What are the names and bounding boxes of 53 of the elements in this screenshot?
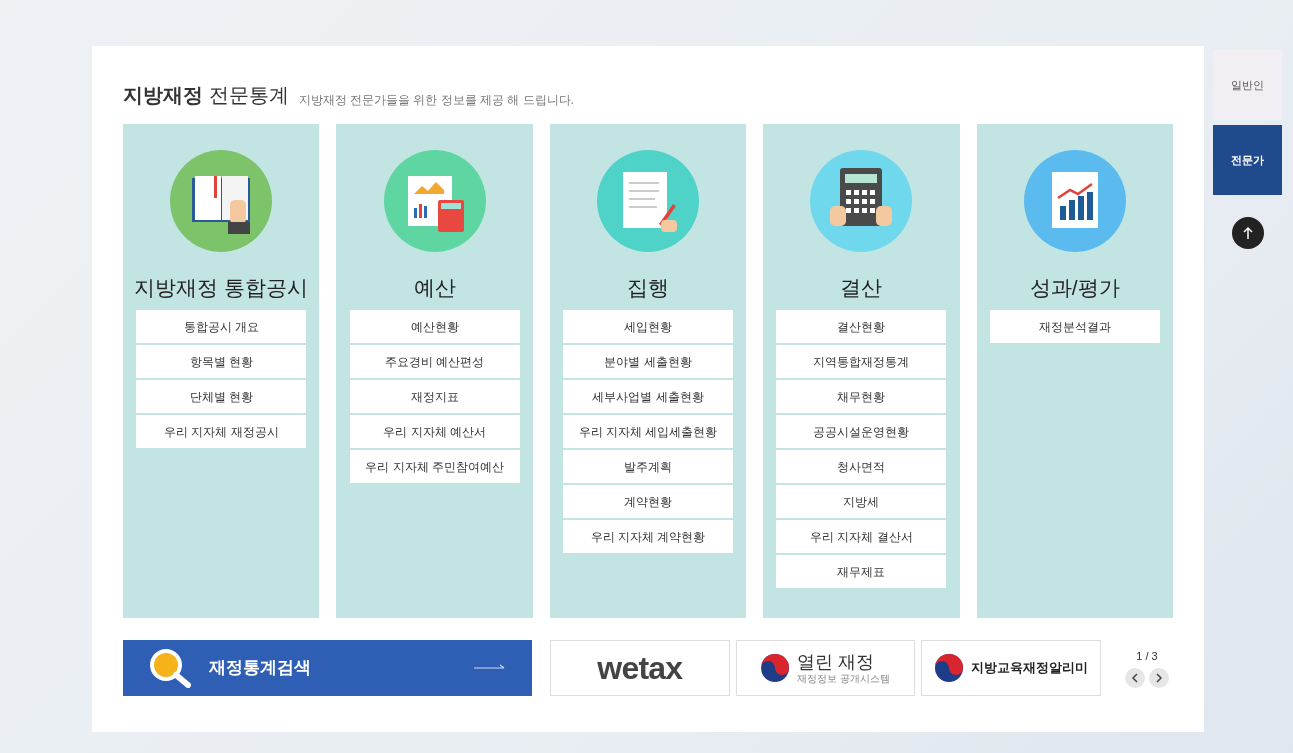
category-link[interactable]: 예산현황 [349, 310, 520, 343]
chevron-right-icon [1155, 673, 1163, 684]
scroll-top-button[interactable] [1231, 217, 1264, 249]
category-link[interactable]: 세입현황 [563, 310, 733, 343]
audience-tab[interactable]: 전문가 [1213, 125, 1282, 195]
category-link[interactable]: 단체별 현황 [136, 380, 307, 413]
category-title[interactable]: 지방재정 통합공시 [134, 272, 309, 304]
category-link[interactable]: 우리 지자체 재정공시 [136, 415, 307, 448]
category-link[interactable]: 채무현황 [776, 380, 947, 413]
previous-button[interactable] [1125, 668, 1145, 689]
category-link[interactable]: 재정지표 [349, 380, 520, 413]
category-link[interactable]: 우리 지자체 세입세출현황 [563, 415, 733, 448]
category-link[interactable]: 우리 지자체 계약현황 [563, 520, 733, 553]
category-link[interactable]: 결산현황 [776, 310, 947, 343]
partner-link[interactable]: 열린 재정 재정정보 공개시스템 [735, 640, 916, 696]
logo-sublabel: 재정정보 공개시스템 [797, 673, 890, 686]
category-link[interactable]: 계약현황 [563, 485, 733, 518]
page-subtitle: 지방재정 전문가들을 위한 정보를 제공 해 드립니다. [298, 92, 574, 109]
category-title[interactable]: 결산 [840, 272, 883, 304]
logo-label: 열린 재정 [797, 650, 876, 673]
wetax-logo: wetax [597, 649, 683, 688]
category-link[interactable]: 발주계획 [563, 450, 733, 483]
category-link[interactable]: 세부사업별 세출현황 [563, 380, 733, 413]
category-link[interactable]: 재정분석결과 [989, 310, 1160, 343]
category-link[interactable]: 항목별 현황 [136, 345, 307, 378]
category-link[interactable]: 우리 지자체 결산서 [776, 520, 947, 553]
category-link[interactable]: 지역통합재정통계 [776, 345, 947, 378]
chevron-left-icon [1131, 673, 1139, 684]
category-link[interactable]: 지방세 [776, 485, 947, 518]
category-title[interactable]: 성과/평가 [1029, 272, 1120, 304]
partner-link[interactable]: wetax [550, 640, 730, 696]
audience-tab[interactable]: 일반인 [1213, 50, 1282, 120]
category-link[interactable]: 우리 지자체 주민참여예산 [349, 450, 520, 483]
page-indicator: 1 / 3 [1136, 648, 1158, 664]
category-title[interactable]: 예산 [413, 272, 456, 304]
page-title: 지방재정 전문통계 [123, 83, 289, 108]
logo-label: 지방교육재정알리미 [970, 659, 1088, 677]
category-link[interactable]: 주요경비 예산편성 [349, 345, 520, 378]
category-link[interactable]: 청사면적 [776, 450, 947, 483]
taegeuk-icon [934, 654, 963, 682]
search-icon [149, 648, 193, 688]
category-link[interactable]: 우리 지자체 예산서 [349, 415, 520, 448]
category-title[interactable]: 집행 [627, 272, 669, 304]
stats-search-button[interactable]: 재정통계검색 [123, 640, 532, 696]
next-button[interactable] [1149, 668, 1169, 689]
category-link[interactable]: 공공시설운영현황 [776, 415, 947, 448]
taegeuk-icon [761, 654, 790, 682]
category-link[interactable]: 통합공시 개요 [136, 310, 307, 343]
arrow-up-icon [1241, 226, 1254, 240]
category-link[interactable]: 분야별 세출현황 [563, 345, 733, 378]
partner-link[interactable]: 지방교육재정알리미 [921, 640, 1101, 696]
category-link[interactable]: 재무제표 [776, 555, 947, 588]
arrow-right-icon [474, 664, 506, 672]
